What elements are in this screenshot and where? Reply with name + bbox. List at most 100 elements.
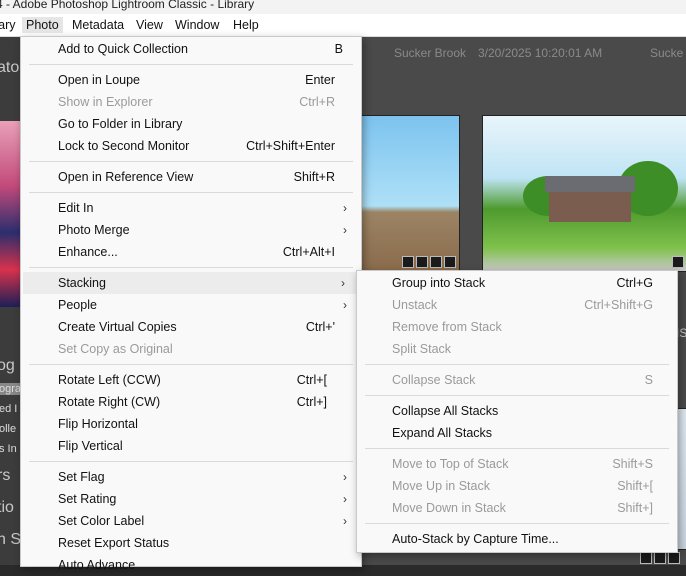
- panel-header-navigator[interactable]: ato: [0, 59, 19, 77]
- menu-item-open-in-loupe[interactable]: Open in Loupe Enter: [29, 69, 335, 91]
- menu-item-label: Rotate Left (CCW): [58, 373, 161, 387]
- menu-item-label: Move Up in Stack: [392, 479, 490, 493]
- menu-item-go-to-folder-in-library[interactable]: Go to Folder in Library: [29, 113, 335, 135]
- menu-item-group-into-stack[interactable]: Group into Stack Ctrl+G: [365, 272, 653, 294]
- photo-menu: Add to Quick Collection B Open in Loupe …: [20, 36, 362, 572]
- menu-separator: [29, 192, 353, 193]
- stacking-submenu: Group into Stack Ctrl+G Unstack Ctrl+Shi…: [356, 270, 678, 553]
- menu-item-create-virtual-copies[interactable]: Create Virtual Copies Ctrl+': [29, 316, 335, 338]
- menu-item-label: Show in Explorer: [58, 95, 153, 109]
- menu-item-set-copy-as-original[interactable]: Set Copy as Original: [29, 338, 335, 360]
- menu-item-auto-advance[interactable]: Auto Advance: [29, 554, 335, 576]
- menu-item-flip-vertical[interactable]: Flip Vertical: [29, 435, 335, 457]
- menu-separator: [29, 64, 353, 65]
- menu-separator: [365, 364, 669, 365]
- menu-item-stacking[interactable]: Stacking ›: [23, 272, 359, 294]
- menu-item-label: Open in Loupe: [58, 73, 141, 87]
- menu-item-shortcut: Ctrl+]: [296, 395, 327, 409]
- thumbnail-field[interactable]: [350, 115, 460, 272]
- menu-item-enhance[interactable]: Enhance... Ctrl+Alt+I: [29, 241, 335, 263]
- menu-item-shortcut: B: [334, 42, 343, 56]
- develop-badge-icon[interactable]: [444, 256, 456, 268]
- menu-item-edit-in[interactable]: Edit In ›: [29, 197, 347, 219]
- menu-metadata[interactable]: Metadata: [72, 17, 124, 33]
- thumbnail-barn[interactable]: [482, 115, 686, 272]
- menu-item-set-color-label[interactable]: Set Color Label ›: [29, 510, 347, 532]
- menu-item-shortcut: Ctrl+Alt+I: [282, 245, 335, 259]
- menu-item-split-stack[interactable]: Split Stack: [365, 338, 653, 360]
- menu-library[interactable]: rary: [0, 17, 16, 33]
- menu-item-collapse-stack[interactable]: Collapse Stack S: [365, 369, 653, 391]
- menu-item-shortcut: Ctrl+[: [296, 373, 327, 387]
- menu-item-expand-all-stacks[interactable]: Expand All Stacks: [365, 422, 653, 444]
- menu-item-show-in-explorer[interactable]: Show in Explorer Ctrl+R: [29, 91, 335, 113]
- catalog-item-all-photographs[interactable]: ogra: [0, 383, 20, 395]
- submenu-arrow-icon: ›: [343, 298, 347, 312]
- menu-item-open-in-reference-view[interactable]: Open in Reference View Shift+R: [29, 166, 335, 188]
- panel-header-publish-services[interactable]: h S: [0, 531, 20, 549]
- panel-header-folders[interactable]: rs: [0, 467, 10, 485]
- menu-item-label: Set Color Label: [58, 514, 145, 528]
- menu-item-lock-to-second-monitor[interactable]: Lock to Second Monitor Ctrl+Shift+Enter: [29, 135, 335, 157]
- metadata-badge-icon[interactable]: [416, 256, 428, 268]
- menu-help[interactable]: Help: [233, 17, 259, 33]
- menu-item-label: Lock to Second Monitor: [58, 139, 190, 153]
- menu-item-label: Remove from Stack: [392, 320, 502, 334]
- menu-item-shortcut: S: [644, 373, 653, 387]
- catalog-item-previous-import[interactable]: s In: [0, 443, 17, 455]
- menu-item-label: Collapse Stack: [392, 373, 476, 387]
- menu-item-flip-horizontal[interactable]: Flip Horizontal: [29, 413, 335, 435]
- submenu-arrow-icon: ›: [343, 201, 347, 215]
- menu-item-label: Rotate Right (CW): [58, 395, 161, 409]
- menu-item-move-down-in-stack[interactable]: Move Down in Stack Shift+]: [365, 497, 653, 519]
- menu-item-label: Move to Top of Stack: [392, 457, 509, 471]
- menu-item-label: People: [58, 298, 97, 312]
- menu-item-shortcut: Ctrl+Shift+G: [584, 298, 653, 312]
- catalog-item-synced[interactable]: ed I: [0, 403, 17, 415]
- grid-cell-header: Sucker Brook: [394, 46, 467, 60]
- menu-item-rotate-left[interactable]: Rotate Left (CCW) Ctrl+[: [29, 369, 327, 391]
- menu-item-unstack[interactable]: Unstack Ctrl+Shift+G: [365, 294, 653, 316]
- metadata-badge-icon[interactable]: [654, 552, 666, 564]
- menu-item-rotate-right[interactable]: Rotate Right (CW) Ctrl+]: [29, 391, 327, 413]
- submenu-arrow-icon: ›: [343, 223, 347, 237]
- menu-item-label: Move Down in Stack: [392, 501, 506, 515]
- menu-item-shortcut: Ctrl+G: [616, 276, 653, 290]
- catalog-item-quick-collection[interactable]: olle: [0, 423, 16, 435]
- menu-item-label: Add to Quick Collection: [58, 42, 188, 56]
- menu-window[interactable]: Window: [175, 17, 219, 33]
- crop-badge-icon[interactable]: [430, 256, 442, 268]
- menu-separator: [29, 267, 353, 268]
- menu-item-shortcut: Ctrl+': [305, 320, 335, 334]
- thumbnail-badges: [640, 552, 680, 564]
- keyword-badge-icon[interactable]: [640, 552, 652, 564]
- barn-body-shape: [549, 192, 631, 222]
- menu-item-collapse-all-stacks[interactable]: Collapse All Stacks: [365, 400, 653, 422]
- menu-item-people[interactable]: People ›: [29, 294, 347, 316]
- menu-photo[interactable]: Photo: [22, 17, 63, 33]
- menu-item-move-up-in-stack[interactable]: Move Up in Stack Shift+[: [365, 475, 653, 497]
- menu-item-move-to-top-of-stack[interactable]: Move to Top of Stack Shift+S: [365, 453, 653, 475]
- menu-item-auto-stack-by-capture-time[interactable]: Auto-Stack by Capture Time...: [365, 528, 653, 550]
- submenu-arrow-icon: ›: [343, 470, 347, 484]
- menu-item-photo-merge[interactable]: Photo Merge ›: [29, 219, 347, 241]
- menu-item-remove-from-stack[interactable]: Remove from Stack: [365, 316, 653, 338]
- menu-view[interactable]: View: [136, 17, 163, 33]
- menu-item-label: Flip Vertical: [58, 439, 123, 453]
- menu-separator: [29, 364, 353, 365]
- menu-item-reset-export-status[interactable]: Reset Export Status: [29, 532, 335, 554]
- crop-badge-icon[interactable]: [668, 552, 680, 564]
- submenu-arrow-icon: ›: [343, 492, 347, 506]
- panel-header-collections[interactable]: tio: [0, 499, 14, 517]
- window-title-bar: 4 - Adobe Photoshop Lightroom Classic - …: [0, 0, 686, 14]
- menu-item-shortcut: Enter: [305, 73, 335, 87]
- menu-item-add-to-quick-collection[interactable]: Add to Quick Collection B: [29, 38, 343, 60]
- keyword-badge-icon[interactable]: [672, 256, 684, 268]
- panel-header-catalog[interactable]: og: [0, 357, 15, 375]
- menu-item-shortcut: Shift+R: [293, 170, 335, 184]
- menu-item-label: Auto Advance: [58, 558, 136, 572]
- menu-item-label: Flip Horizontal: [58, 417, 138, 431]
- menu-item-set-rating[interactable]: Set Rating ›: [29, 488, 347, 510]
- menu-item-set-flag[interactable]: Set Flag ›: [29, 466, 347, 488]
- keyword-badge-icon[interactable]: [402, 256, 414, 268]
